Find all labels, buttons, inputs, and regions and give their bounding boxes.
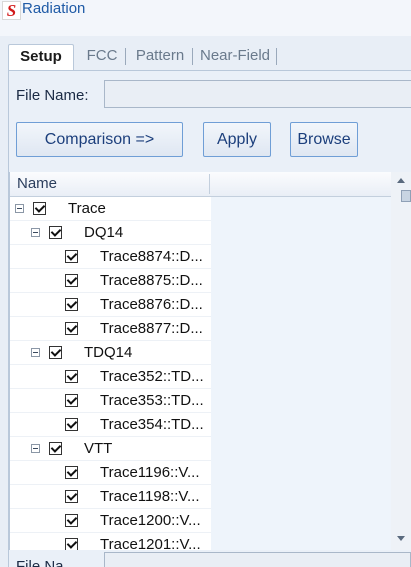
tree-node-trace-item[interactable]: Trace8874::D... xyxy=(10,245,211,269)
tree-node-trace-item[interactable]: Trace8877::D... xyxy=(10,317,211,341)
tree-node-trace-item[interactable]: Trace8875::D... xyxy=(10,269,211,293)
column-header-name[interactable]: Name xyxy=(17,175,57,192)
tree-node-label: Trace1200::V... xyxy=(100,512,201,529)
tree-node-label: Trace1198::V... xyxy=(100,488,200,505)
scroll-up-arrow-icon[interactable] xyxy=(397,178,405,183)
tree-node-trace-item[interactable]: Trace8876::D... xyxy=(10,293,211,317)
tree-node-trace-item[interactable]: Trace1200::V... xyxy=(10,509,211,533)
tree-node-trace-item[interactable]: Trace353::TD... xyxy=(10,389,211,413)
tree-node-label: Trace1196::V... xyxy=(100,464,200,481)
collapse-icon[interactable] xyxy=(15,204,24,213)
tab-near-field[interactable]: Near-Field xyxy=(193,44,277,69)
tree-node-trace-item[interactable]: Trace354::TD... xyxy=(10,413,211,437)
checkbox-checked-icon[interactable] xyxy=(65,394,78,407)
trace-tree-grid[interactable]: Name Trace DQ14 Trace8874::D... Trace887… xyxy=(9,172,411,550)
checkbox-checked-icon[interactable] xyxy=(65,466,78,479)
grid-second-column xyxy=(211,197,401,550)
browse-button[interactable]: Browse xyxy=(290,122,358,157)
tree-node-label: DQ14 xyxy=(84,224,124,241)
tree-node-group[interactable]: VTT xyxy=(10,437,211,461)
tree-node-group[interactable]: DQ14 xyxy=(10,221,211,245)
tab-strip: Setup FCC Pattern Near-Field xyxy=(8,44,411,71)
tree-node-trace[interactable]: Trace xyxy=(10,197,211,221)
window-title: Radiation xyxy=(22,0,86,17)
tab-divider xyxy=(125,48,126,65)
apply-button[interactable]: Apply xyxy=(203,122,271,157)
tree-node-label: TDQ14 xyxy=(84,344,133,361)
bottom-file-name-input[interactable] xyxy=(104,552,411,567)
file-name-input[interactable] xyxy=(104,80,411,108)
checkbox-checked-icon[interactable] xyxy=(65,490,78,503)
checkbox-checked-icon[interactable] xyxy=(65,274,78,287)
checkbox-checked-icon[interactable] xyxy=(65,538,78,550)
tree-node-trace-item[interactable]: Trace1196::V... xyxy=(10,461,211,485)
tab-divider xyxy=(276,48,277,65)
tree-node-label: Trace8875::D... xyxy=(100,272,203,289)
column-resize-handle[interactable] xyxy=(209,174,210,194)
tree-node-group[interactable]: TDQ14 xyxy=(10,341,211,365)
collapse-icon[interactable] xyxy=(31,444,40,453)
checkbox-checked-icon[interactable] xyxy=(49,346,62,359)
tree-rows: Trace DQ14 Trace8874::D... Trace8875::D.… xyxy=(10,197,211,550)
checkbox-checked-icon[interactable] xyxy=(65,250,78,263)
collapse-icon[interactable] xyxy=(31,228,40,237)
tree-node-label: Trace354::TD... xyxy=(100,416,204,433)
app-logo-icon: S xyxy=(2,1,21,20)
tab-fcc[interactable]: FCC xyxy=(74,44,130,69)
checkbox-checked-icon[interactable] xyxy=(65,298,78,311)
tab-pattern[interactable]: Pattern xyxy=(127,44,193,69)
tree-node-label: Trace1201::V... xyxy=(100,536,201,550)
file-name-label: File Name: xyxy=(16,87,89,104)
tree-node-label: Trace352::TD... xyxy=(100,368,204,385)
checkbox-checked-icon[interactable] xyxy=(65,370,78,383)
radiation-window: S Radiation Setup FCC Pattern Near-Field… xyxy=(0,0,411,567)
scroll-down-arrow-icon[interactable] xyxy=(397,536,405,541)
tree-node-trace-item[interactable]: Trace352::TD... xyxy=(10,365,211,389)
bottom-file-name-label: File Na xyxy=(16,558,64,567)
checkbox-checked-icon[interactable] xyxy=(49,226,62,239)
tree-node-label: Trace8877::D... xyxy=(100,320,203,337)
checkbox-checked-icon[interactable] xyxy=(65,514,78,527)
tree-node-label: Trace xyxy=(68,200,106,217)
title-bar: S Radiation xyxy=(0,0,411,36)
checkbox-checked-icon[interactable] xyxy=(49,442,62,455)
scroll-thumb[interactable] xyxy=(401,190,411,202)
tree-node-trace-item[interactable]: Trace1198::V... xyxy=(10,485,211,509)
comparison-button[interactable]: Comparison => xyxy=(16,122,183,157)
tree-node-label: Trace8876::D... xyxy=(100,296,203,313)
grid-header: Name xyxy=(10,172,411,197)
tree-node-label: Trace8874::D... xyxy=(100,248,203,265)
vertical-scrollbar[interactable] xyxy=(391,172,411,550)
checkbox-checked-icon[interactable] xyxy=(65,418,78,431)
tab-setup[interactable]: Setup xyxy=(8,44,74,71)
tree-node-label: Trace353::TD... xyxy=(100,392,204,409)
tree-node-label: VTT xyxy=(84,440,113,457)
tree-node-trace-item[interactable]: Trace1201::V... xyxy=(10,533,211,550)
checkbox-checked-icon[interactable] xyxy=(33,202,46,215)
collapse-icon[interactable] xyxy=(31,348,40,357)
checkbox-checked-icon[interactable] xyxy=(65,322,78,335)
